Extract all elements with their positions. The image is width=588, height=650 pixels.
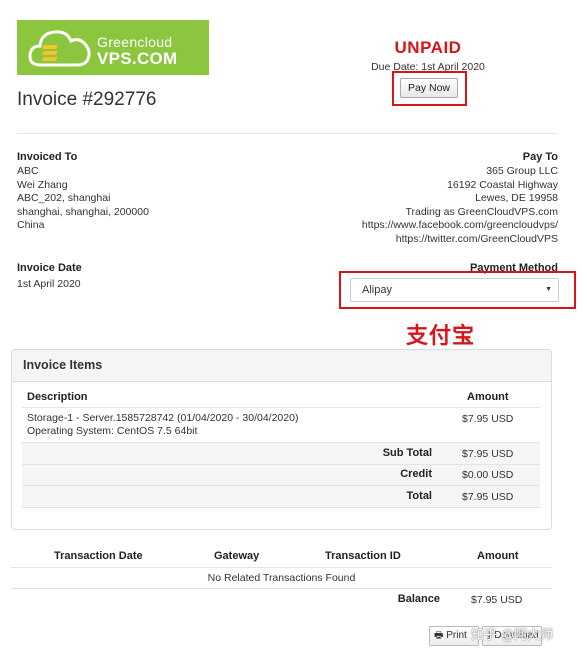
pay-to-line: 16192 Coastal Highway (447, 179, 558, 191)
panel-header: Invoice Items (12, 350, 551, 382)
credit-label: Credit (400, 468, 432, 480)
payment-annotation: 支付宝 (406, 324, 476, 349)
item-amount: $7.95 USD (462, 413, 514, 425)
payment-method-select[interactable]: Alipay ▼ (350, 278, 559, 302)
col-amount-header: Amount (467, 391, 509, 403)
invoiced-to-line: shanghai, shanghai, 200000 (17, 206, 149, 218)
divider (17, 133, 558, 134)
col-transaction-id-header: Transaction ID (325, 550, 401, 562)
col-amount-header: Amount (477, 550, 519, 562)
divider (22, 407, 540, 408)
subtotal-label: Sub Total (382, 447, 432, 459)
col-gateway-header: Gateway (214, 550, 260, 562)
item-description: Storage-1 - Server.1585728742 (01/04/202… (27, 412, 299, 424)
col-transaction-date-header: Transaction Date (54, 550, 143, 562)
balance-label: Balance (397, 593, 440, 605)
logo-text-line1: Greencloud (97, 34, 173, 50)
panel-title: Invoice Items (23, 358, 103, 372)
divider (22, 507, 540, 508)
cloud-logo-icon (28, 30, 91, 67)
invoiced-to-line: ABC (17, 165, 39, 177)
printer-icon: 🖶 (434, 630, 444, 641)
invoiced-to-line: Wei Zhang (17, 179, 68, 191)
company-logo: Greencloud VPS.COM (17, 20, 209, 75)
status-badge: UNPAID (394, 38, 462, 57)
logo-text-line2: VPS.COM (97, 49, 178, 68)
pay-to-facebook-link[interactable]: https://www.facebook.com/greencloudvps/ (308, 219, 558, 233)
invoiced-to-label: Invoiced To (17, 151, 78, 163)
total-value: $7.95 USD (462, 491, 514, 503)
pay-to-line: Trading as GreenCloudVPS.com (405, 206, 558, 218)
col-description-header: Description (27, 391, 88, 403)
chevron-down-icon: ▼ (545, 286, 552, 293)
empty-transactions: No Related Transactions Found (207, 572, 356, 584)
divider (11, 567, 552, 568)
pay-now-button[interactable]: Pay Now (400, 78, 458, 98)
payment-method-value: Alipay (362, 284, 392, 296)
invoice-title: Invoice #292776 (17, 89, 157, 110)
pay-to-line: 365 Group LLC (486, 165, 558, 177)
invoice-date-value: 1st April 2020 (17, 278, 81, 290)
subtotal-value: $7.95 USD (462, 448, 514, 460)
total-label: Total (406, 490, 432, 502)
pay-to-label: Pay To (522, 151, 558, 163)
item-description-sub: Operating System: CentOS 7.5 64bit (27, 425, 198, 437)
invoiced-to-line: ABC_202, shanghai (17, 192, 111, 204)
balance-value: $7.95 USD (471, 594, 523, 606)
credit-value: $0.00 USD (462, 469, 514, 481)
watermark: 知乎 @阿大师 (471, 628, 554, 643)
divider (11, 588, 552, 589)
invoice-date-label: Invoice Date (17, 262, 82, 274)
pay-to-line: Lewes, DE 19958 (475, 192, 558, 204)
pay-to-twitter-link[interactable]: https://twitter.com/GreenCloudVPS (308, 233, 558, 247)
invoiced-to-line: China (17, 219, 45, 231)
print-label: Print (446, 630, 467, 641)
